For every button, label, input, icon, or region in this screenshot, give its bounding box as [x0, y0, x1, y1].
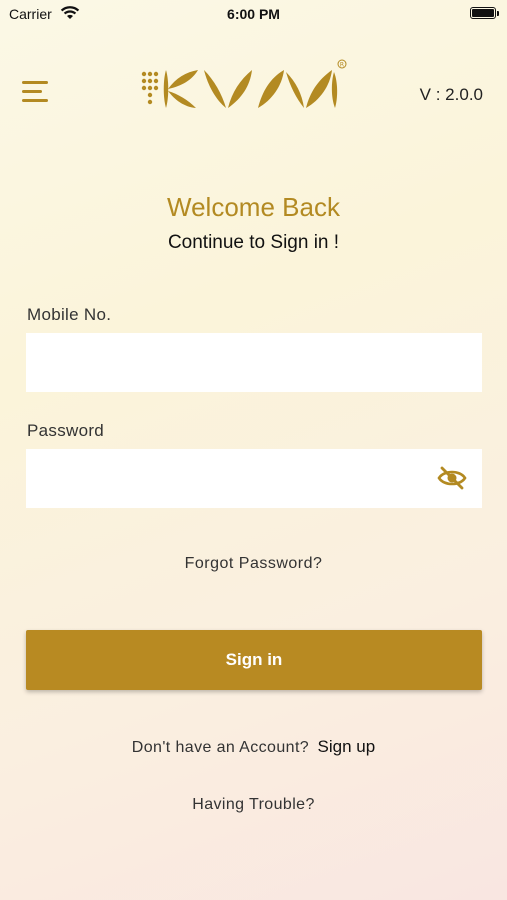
password-input[interactable] — [26, 449, 482, 508]
status-time: 6:00 PM — [227, 6, 280, 22]
having-trouble-link[interactable]: Having Trouble? — [0, 796, 507, 814]
status-bar: Carrier 6:00 PM — [0, 0, 507, 28]
svg-text:R: R — [340, 62, 344, 69]
mobile-input[interactable] — [26, 333, 482, 392]
forgot-password-link[interactable]: Forgot Password? — [0, 555, 507, 573]
menu-icon[interactable] — [22, 81, 50, 105]
signup-link[interactable]: Sign up — [318, 737, 376, 756]
welcome-heading: Welcome Back — [167, 192, 340, 222]
signup-row: Don't have an Account? Sign up — [0, 737, 507, 757]
app-version: V : 2.0.0 — [419, 85, 483, 104]
mobile-label: Mobile No. — [27, 305, 112, 324]
battery-icon — [470, 7, 499, 19]
signin-button[interactable]: Sign in — [26, 630, 482, 690]
eye-off-icon[interactable] — [436, 462, 468, 494]
no-account-text: Don't have an Account? — [131, 739, 310, 756]
signin-subtitle: Continue to Sign in ! — [167, 232, 340, 253]
brand-logo: R — [141, 59, 347, 108]
password-label: Password — [27, 421, 105, 440]
